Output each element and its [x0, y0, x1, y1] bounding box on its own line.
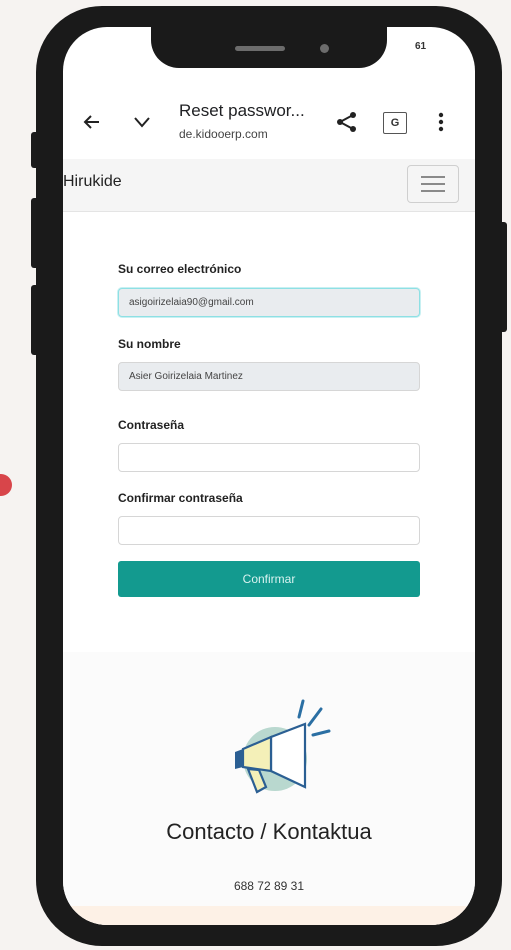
contact-title: Contacto / Kontaktua [166, 819, 372, 844]
arrow-left-icon[interactable] [79, 109, 105, 135]
email-field[interactable]: asigoirizelaia90@gmail.com [118, 288, 420, 317]
browser-toolbar: Reset passwor... de.kidooerp.com G [63, 87, 475, 159]
password-field[interactable] [118, 443, 420, 472]
speaker-pill [235, 46, 285, 51]
confirm-button[interactable]: Confirmar [118, 561, 420, 597]
email-label: Su correo electrónico [118, 262, 242, 276]
share-icon[interactable] [333, 108, 361, 136]
confirm-password-field[interactable] [118, 516, 420, 545]
name-label: Su nombre [118, 337, 181, 351]
camera-dot [320, 44, 329, 53]
password-label: Contraseña [118, 418, 185, 432]
confirm-password-label: Confirmar contraseña [118, 491, 243, 505]
contact-phone[interactable]: 688 72 89 31 [63, 879, 475, 893]
reset-password-form: Su correo electrónico asigoirizelaia90@g… [63, 212, 475, 652]
google-translate-icon[interactable]: G [382, 111, 408, 135]
site-brand[interactable]: Hirukide [63, 173, 122, 191]
chevron-down-icon[interactable] [129, 109, 155, 135]
more-vert-icon[interactable] [433, 109, 449, 135]
page-title[interactable]: Reset passwor... [179, 101, 305, 121]
phone-notch [151, 27, 387, 68]
megaphone-icon [235, 699, 331, 794]
footer-strip [63, 906, 475, 925]
page-url[interactable]: de.kidooerp.com [179, 127, 268, 141]
hamburger-icon[interactable] [407, 165, 459, 203]
contact-footer: Contacto / Kontaktua 688 72 89 31 [63, 652, 475, 925]
phone-screen: 61 Reset passwor... de.kidooerp.com G Hi… [63, 27, 475, 925]
name-field[interactable]: Asier Goirizelaia Martinez [118, 362, 420, 391]
site-navbar: Hirukide [63, 159, 475, 212]
status-time: 61 [415, 41, 427, 52]
phone-frame: 61 Reset passwor... de.kidooerp.com G Hi… [36, 6, 502, 946]
background-dot [0, 474, 12, 496]
